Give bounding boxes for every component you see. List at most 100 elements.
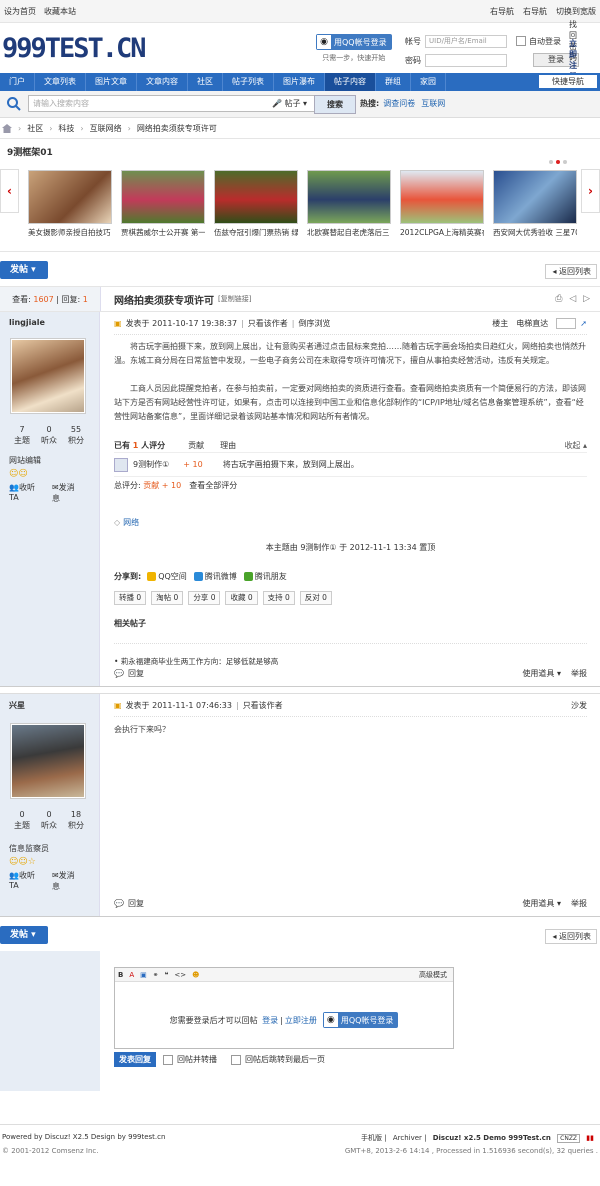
bookmark-link[interactable]: 收藏本站	[44, 7, 76, 16]
quote-icon[interactable]: ❝	[165, 971, 169, 979]
use-tools-button[interactable]: 使用道具 ▾	[512, 899, 561, 908]
hot-search-link[interactable]: 调查问卷	[383, 99, 415, 108]
elevator-input[interactable]	[556, 317, 577, 329]
user-role[interactable]: 网站编辑	[9, 455, 90, 466]
nav-item-groups[interactable]: 群组	[376, 73, 411, 91]
user-role[interactable]: 信息监察员	[9, 843, 90, 854]
qq-login-button[interactable]: ◉ 用QQ帐号登录	[316, 34, 392, 50]
slider-dots[interactable]	[546, 160, 567, 164]
right-nav-link[interactable]: 右导航	[523, 7, 547, 16]
back-to-list-button[interactable]: ◂ 返回列表	[545, 929, 597, 944]
back-to-list-button[interactable]: ◂ 返回列表	[545, 264, 597, 279]
nav-item-article-list[interactable]: 文章列表	[35, 73, 86, 91]
advanced-mode-link[interactable]: 高级模式	[419, 970, 447, 980]
stats-badge-icon[interactable]: ▮▮	[586, 1134, 594, 1142]
stat-threads[interactable]: 7 主题	[9, 424, 35, 446]
message-link[interactable]: ✉发消息	[52, 482, 86, 504]
link-icon[interactable]: ⚭	[153, 971, 159, 979]
code-icon[interactable]: <>	[174, 971, 186, 979]
rater-name[interactable]: 9测制作①	[133, 459, 169, 470]
collapse-rating-button[interactable]: 收起 ▴	[564, 440, 587, 451]
site-link[interactable]: Discuz! x2.5 Demo 999Test.cn	[433, 1134, 551, 1142]
breadcrumb-item[interactable]: 社区	[27, 123, 43, 134]
nav-item-home[interactable]: 家园	[411, 73, 446, 91]
smiley-icon[interactable]: ☻	[192, 971, 199, 979]
hot-search-link[interactable]: 互联网	[421, 99, 445, 108]
report-button[interactable]: 举报	[571, 899, 587, 908]
cnzz-badge[interactable]: CNZZ	[557, 1134, 581, 1143]
print-prev-next-icons[interactable]: ⎙ ◁ ▷	[555, 294, 592, 304]
only-author-link[interactable]: 只看该作者	[248, 318, 288, 329]
reverse-order-link[interactable]: 倒序浏览	[298, 318, 330, 329]
new-post-button[interactable]: 发帖 ▾	[0, 926, 48, 944]
nav-item-thread-content[interactable]: 帖子内容	[325, 73, 376, 91]
collect-button[interactable]: 淘帖 0	[151, 591, 184, 605]
follow-link[interactable]: 👥收听TA	[9, 870, 48, 892]
message-link[interactable]: ✉发消息	[52, 870, 86, 892]
password-input[interactable]	[425, 53, 507, 67]
slider-item[interactable]: 西安网大优秀验收 三星70	[493, 170, 577, 238]
site-logo[interactable]: 999TEST.CN	[2, 33, 147, 64]
avatar[interactable]	[10, 723, 86, 799]
stat-threads[interactable]: 0 主题	[9, 809, 35, 831]
view-all-ratings-link[interactable]: 查看全部评分	[189, 480, 237, 491]
share-tencent-weibo[interactable]: 腾讯微博	[193, 571, 237, 582]
related-item[interactable]: • 莉永福建商毕业生两工作方向：足够低就是够高	[114, 643, 587, 667]
new-post-button[interactable]: 发帖 ▾	[0, 261, 48, 279]
quick-nav-button[interactable]: 快捷导航	[539, 75, 597, 88]
stat-listeners[interactable]: 0 听众	[36, 809, 62, 831]
nav-item-portal[interactable]: 门户	[0, 73, 35, 91]
oppose-button[interactable]: 反对 0	[299, 591, 332, 605]
stat-points[interactable]: 55 积分	[63, 424, 89, 446]
breadcrumb-item[interactable]: 科技	[58, 123, 74, 134]
copy-link-button[interactable]: [复制链接]	[218, 294, 251, 304]
favorite-button[interactable]: 收藏 0	[225, 591, 258, 605]
register-link[interactable]: 立即注册	[285, 1015, 317, 1026]
wide-version-link[interactable]: 切换到宽版	[556, 7, 596, 16]
slider-item[interactable]: 贾棋茜威尔士公开赛 第一	[121, 170, 205, 238]
reply-broadcast-checkbox[interactable]	[163, 1054, 173, 1065]
login-link[interactable]: 登录	[262, 1015, 278, 1026]
font-color-icon[interactable]: A	[129, 971, 134, 979]
search-button[interactable]: 搜索	[314, 95, 356, 114]
nav-item-thread-list[interactable]: 帖子列表	[223, 73, 274, 91]
auto-login-checkbox[interactable]	[516, 36, 526, 46]
home-icon[interactable]	[2, 123, 12, 133]
mobile-link[interactable]: 手机版	[361, 1134, 382, 1142]
go-icon[interactable]: ➚	[580, 319, 587, 328]
slider-item[interactable]: 伍兹夺冠引爆门票热销 绿	[214, 170, 298, 238]
share-tencent-friends[interactable]: 腾讯朋友	[243, 571, 287, 582]
slider-item[interactable]: 北欧赛替起自老虎落后三	[307, 170, 391, 238]
avatar[interactable]	[10, 338, 86, 414]
breadcrumb-item[interactable]: 互联网络	[90, 123, 122, 134]
follow-link[interactable]: 👥收听TA	[9, 482, 48, 504]
jump-last-page-checkbox[interactable]	[231, 1054, 241, 1065]
reply-button[interactable]: 回复	[128, 668, 144, 679]
username-input[interactable]: UID/用户名/Email	[425, 34, 507, 48]
nav-item-community[interactable]: 社区	[188, 73, 223, 91]
bold-icon[interactable]: B	[118, 971, 123, 979]
stat-points[interactable]: 18 积分	[63, 809, 89, 831]
stat-listeners[interactable]: 0 听众	[36, 424, 62, 446]
support-button[interactable]: 支持 0	[262, 591, 295, 605]
qq-login-button[interactable]: ◉ 用QQ帐号登录	[322, 1012, 399, 1028]
only-author-link[interactable]: 只看该作者	[243, 700, 283, 711]
nav-item-waterfall[interactable]: 图片瀑布	[274, 73, 325, 91]
tag-link[interactable]: ◇ 网络	[114, 517, 587, 528]
archiver-link[interactable]: Archiver	[393, 1134, 422, 1142]
search-type-select[interactable]: 🎤 帖子 ▾	[272, 95, 307, 112]
share-qzone[interactable]: QQ空间	[147, 571, 187, 582]
submit-reply-button[interactable]: 发表回复	[114, 1052, 156, 1067]
author-name[interactable]: 兴星	[9, 700, 90, 711]
nav-item-image-article[interactable]: 图片文章	[86, 73, 137, 91]
share-button[interactable]: 分享 0	[188, 591, 221, 605]
nav-item-article-content[interactable]: 文章内容	[137, 73, 188, 91]
rater-avatar[interactable]	[114, 457, 128, 472]
use-tools-button[interactable]: 使用道具 ▾	[512, 669, 561, 678]
slider-item[interactable]: 美女摄影师亲授自拍技巧	[28, 170, 112, 238]
reply-button[interactable]: 回复	[128, 898, 144, 909]
right-nav-link[interactable]: 右导航	[490, 7, 514, 16]
set-home-link[interactable]: 设为首页	[4, 7, 36, 16]
slider-item[interactable]: 2012CLPGA上海精英赛在	[400, 170, 484, 238]
report-button[interactable]: 举报	[571, 669, 587, 678]
